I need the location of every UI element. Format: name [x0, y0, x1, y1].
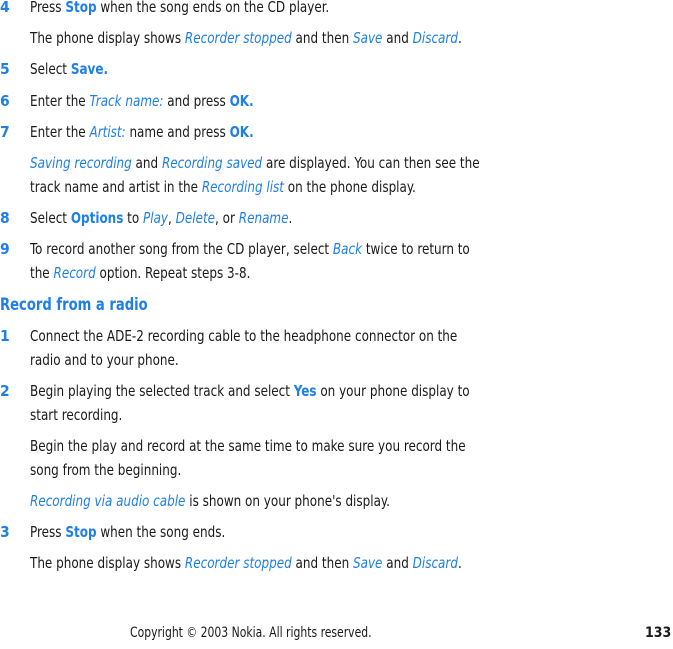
copyright-footer: Copyright © 2003 Nokia. All rights reser…	[130, 625, 372, 641]
page-number: 133	[645, 625, 672, 641]
section-heading: Record from a radio	[0, 295, 148, 315]
stop-key: Stop	[65, 0, 97, 16]
